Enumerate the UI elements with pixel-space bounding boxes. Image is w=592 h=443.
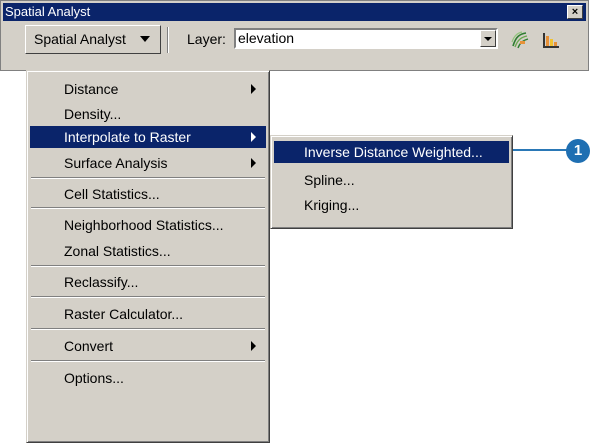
layer-select-value: elevation xyxy=(238,30,295,46)
menu-item-label: Convert xyxy=(64,338,114,354)
menu-separator xyxy=(31,296,265,298)
menu-separator xyxy=(31,265,265,267)
menu-item-density[interactable]: Density... xyxy=(30,103,266,125)
menu-item-label: Surface Analysis xyxy=(64,155,168,171)
menu-item-raster-calculator[interactable]: Raster Calculator... xyxy=(30,303,266,325)
chevron-down-icon xyxy=(140,36,150,42)
menu-item-label: Options... xyxy=(64,370,124,386)
menu-item-label: Raster Calculator... xyxy=(64,306,184,322)
histogram-icon[interactable] xyxy=(541,30,561,50)
menu-item-label: Distance xyxy=(64,81,119,97)
menu-item-label: Zonal Statistics... xyxy=(64,243,171,259)
submenu-arrow-icon xyxy=(251,341,256,351)
callout-leader-line xyxy=(513,149,571,151)
layer-dropdown-button[interactable] xyxy=(480,30,496,47)
menu-separator xyxy=(31,360,265,362)
menu-item-options[interactable]: Options... xyxy=(30,367,266,389)
menu-item-neighborhood-statistics[interactable]: Neighborhood Statistics... xyxy=(30,214,266,236)
menu-item-zonal-statistics[interactable]: Zonal Statistics... xyxy=(30,240,266,262)
submenu-item-label: Inverse Distance Weighted... xyxy=(304,144,483,160)
menu-item-label: Cell Statistics... xyxy=(64,186,160,202)
menu-item-label: Interpolate to Raster xyxy=(64,129,191,145)
close-button[interactable]: × xyxy=(567,5,583,19)
menu-item-label: Neighborhood Statistics... xyxy=(64,217,224,233)
spatial-analyst-menu: Distance Density... Interpolate to Raste… xyxy=(26,70,270,443)
menu-separator xyxy=(31,207,265,209)
submenu-item-kriging[interactable]: Kriging... xyxy=(274,194,509,216)
callout-number-badge: 1 xyxy=(566,139,590,163)
menu-item-interpolate-to-raster[interactable]: Interpolate to Raster xyxy=(30,126,266,148)
menu-item-reclassify[interactable]: Reclassify... xyxy=(30,271,266,293)
submenu-arrow-icon xyxy=(251,84,256,94)
spatial-analyst-menu-button[interactable]: Spatial Analyst xyxy=(25,25,161,54)
toolbar-titlebar[interactable]: Spatial Analyst × xyxy=(3,3,586,21)
submenu-item-label: Spline... xyxy=(304,172,355,188)
toolbar-title: Spatial Analyst xyxy=(5,4,91,19)
toolbar-separator xyxy=(167,27,169,53)
submenu-arrow-icon xyxy=(251,132,256,142)
toolbar-row: Spatial Analyst Layer: elevation xyxy=(1,23,588,69)
menu-item-label: Reclassify... xyxy=(64,274,139,290)
layer-label: Layer: xyxy=(187,31,226,47)
menu-item-distance[interactable]: Distance xyxy=(30,78,266,100)
menu-button-label: Spatial Analyst xyxy=(34,31,126,47)
layer-select[interactable]: elevation xyxy=(234,28,498,49)
close-icon: × xyxy=(571,6,579,18)
menu-item-cell-statistics[interactable]: Cell Statistics... xyxy=(30,183,266,205)
submenu-item-idw[interactable]: Inverse Distance Weighted... xyxy=(274,141,509,163)
submenu-item-spline[interactable]: Spline... xyxy=(274,169,509,191)
spatial-analyst-toolbar: Spatial Analyst × Spatial Analyst Layer:… xyxy=(0,0,589,71)
interpolate-submenu: Inverse Distance Weighted... Spline... K… xyxy=(270,135,513,229)
menu-separator xyxy=(31,328,265,330)
menu-item-surface-analysis[interactable]: Surface Analysis xyxy=(30,152,266,174)
contour-tool-icon[interactable] xyxy=(510,30,530,50)
submenu-arrow-icon xyxy=(251,158,256,168)
menu-item-convert[interactable]: Convert xyxy=(30,335,266,357)
submenu-item-label: Kriging... xyxy=(304,197,360,213)
menu-item-label: Density... xyxy=(64,106,122,122)
menu-separator xyxy=(31,177,265,179)
